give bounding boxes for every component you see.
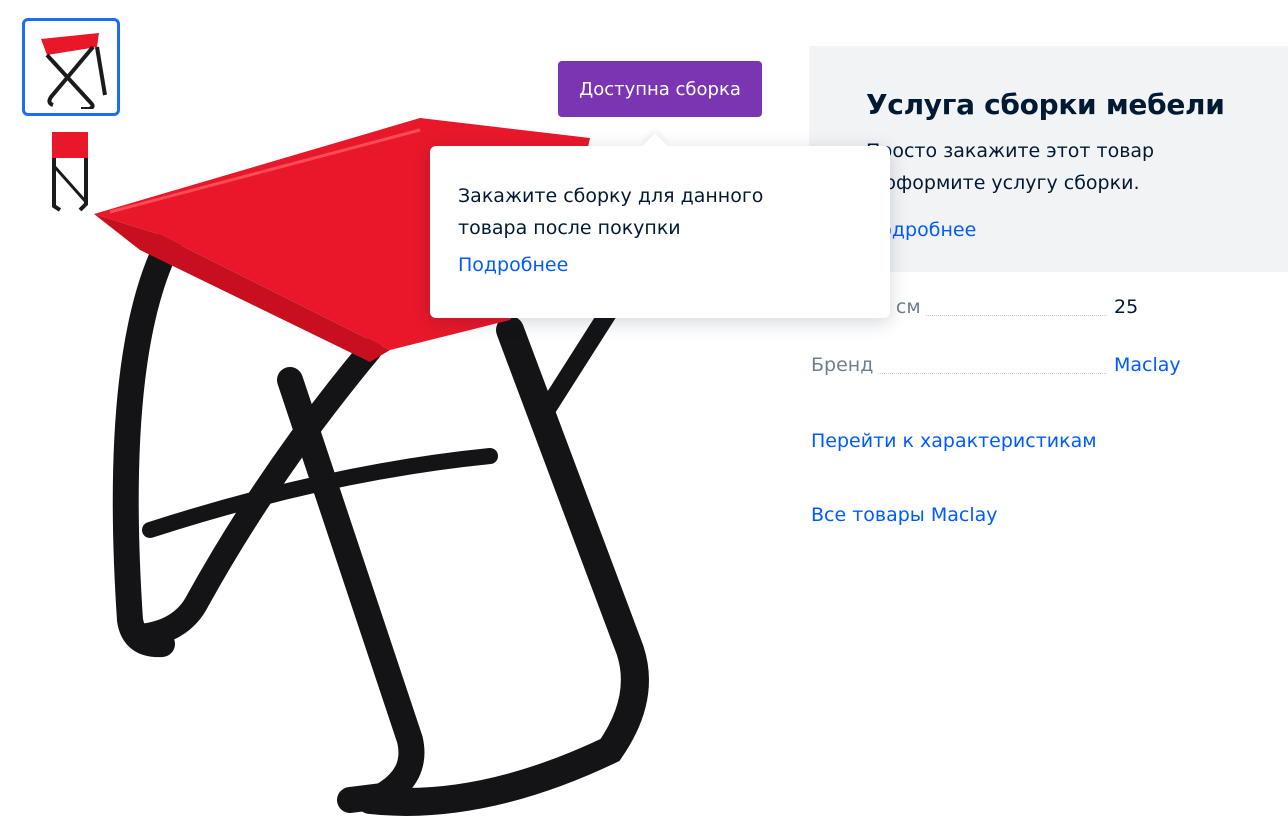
spec-value: 25 <box>1114 296 1139 318</box>
assembly-available-button[interactable]: Доступна сборка <box>558 61 762 117</box>
tooltip-more-link[interactable]: Подробнее <box>458 254 568 276</box>
spec-label: Бренд <box>811 354 878 376</box>
service-text: Просто закажите этот товар и оформите ус… <box>866 140 1155 194</box>
go-to-characteristics-link[interactable]: Перейти к характеристикам <box>811 430 1097 452</box>
stool-thumbnail-image <box>41 33 107 109</box>
service-title: Услуга сборки мебели <box>866 88 1225 121</box>
assembly-tooltip: Закажите сборку для данного товара после… <box>430 133 890 318</box>
all-brand-products-link[interactable]: Все товары Maclay <box>811 504 998 526</box>
brand-link[interactable]: Maclay <box>1114 354 1181 376</box>
tooltip-text: Закажите сборку для данного товара после… <box>458 185 764 239</box>
spec-row-brand: Бренд Maclay <box>811 352 1189 382</box>
